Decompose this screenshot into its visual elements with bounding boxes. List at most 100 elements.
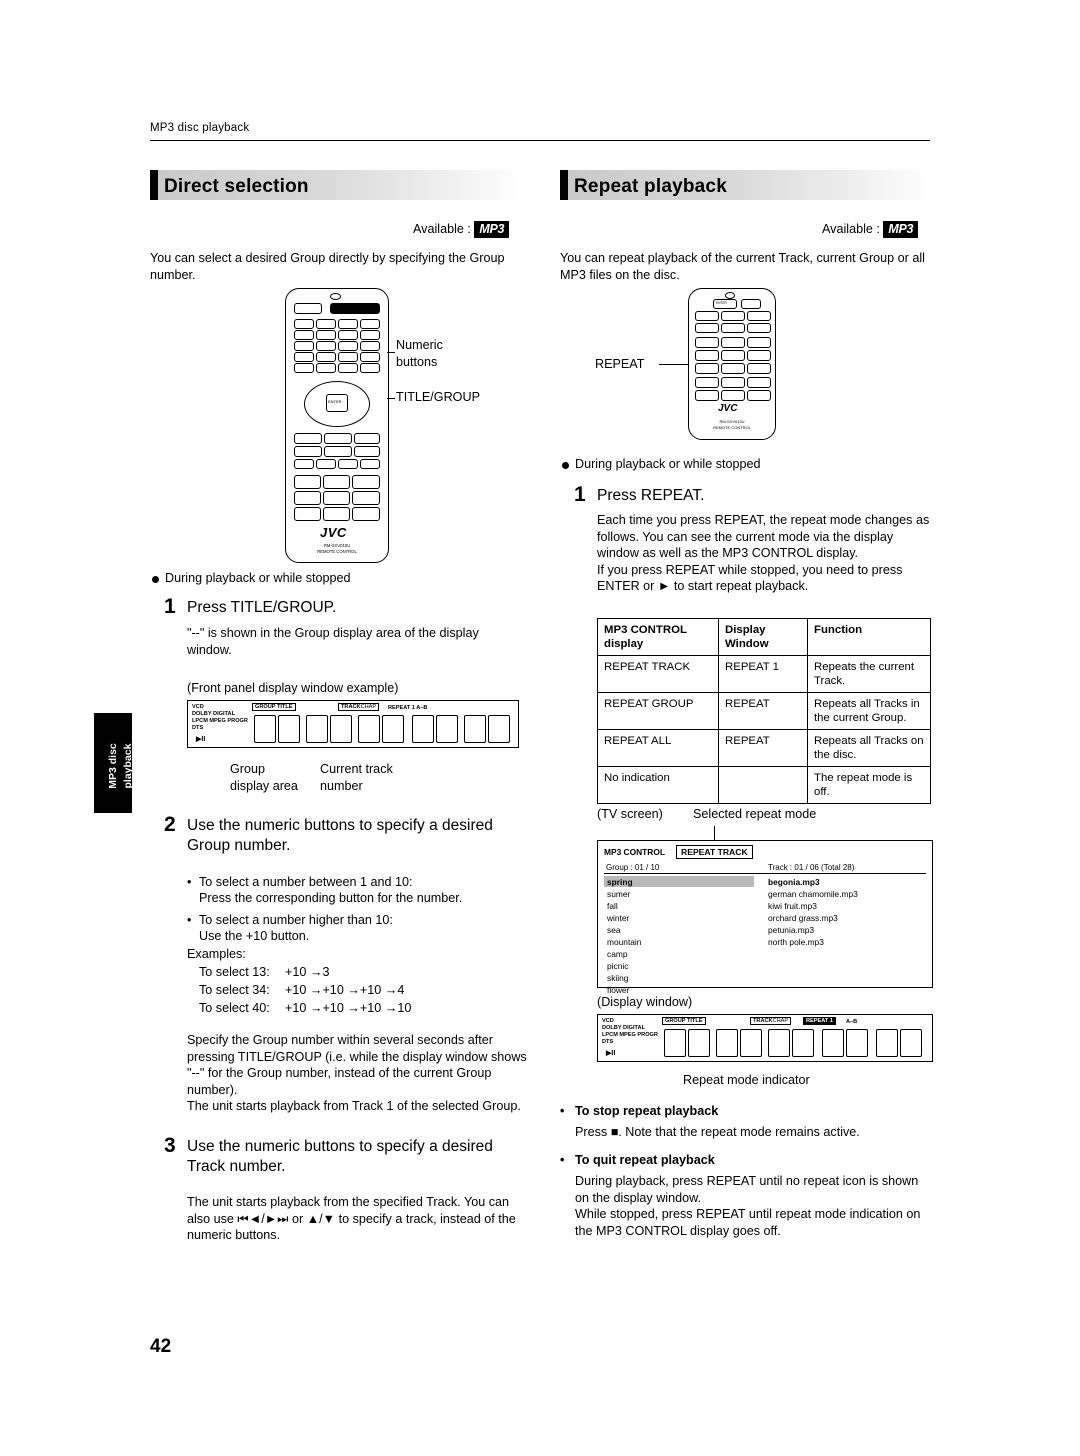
remote2-repeat-button [695, 337, 719, 348]
remote2-button-l [695, 363, 719, 374]
section-bar-marker-right [560, 170, 568, 200]
remote2-button-n [747, 363, 771, 374]
remote-lower-button-2 [323, 475, 350, 489]
fpd-track-chap-left: TRACKCHAP [338, 703, 380, 711]
fpd-digit-7-right [822, 1029, 844, 1057]
tv-divider [604, 873, 926, 874]
table-header-display-window: Display Window [718, 618, 808, 656]
display-window-caption: (Display window) [597, 995, 693, 1009]
fpd-digit-9-left [464, 715, 486, 743]
remote-lower-button-5 [323, 491, 350, 505]
remote-lower-button-8 [323, 507, 350, 521]
section-title-repeat-playback: Repeat playback [560, 170, 930, 200]
remote2-button-o [695, 377, 719, 388]
fpd-digit-10-left [488, 715, 510, 743]
remote2-model-label: RM-SXV010U [719, 419, 745, 424]
remote-button-1 [294, 319, 314, 329]
left-step1-text: Press TITLE/GROUP. [187, 599, 337, 616]
tv-left-item: sumer [607, 889, 631, 899]
remote-next-button [354, 433, 380, 444]
remote2-button-q [747, 377, 771, 388]
left-step2-bullet1-text: To select a number between 1 and 10: [199, 875, 413, 889]
left-bullet-during: During playback or while stopped [165, 571, 351, 585]
table-cell-function: Repeats all Tracks in the current Group. [807, 692, 931, 730]
left-front-panel-caption: (Front panel display window example) [187, 681, 399, 695]
callout-title-group: TITLE/GROUP [396, 390, 480, 404]
table-cell-function: The repeat mode is off. [807, 766, 931, 804]
stop-body: Press ■. Note that the repeat mode remai… [575, 1125, 860, 1139]
remote-button-clear [360, 341, 380, 351]
remote-standby-button [294, 303, 322, 314]
table-cell-window: REPEAT [718, 729, 808, 767]
table-cell-window: REPEAT 1 [718, 655, 808, 693]
right-bullet-during: During playback or while stopped [575, 457, 761, 471]
left-step1-number: 1 [164, 595, 176, 618]
tv-group-info: Group : 01 / 10 [606, 863, 660, 872]
fpd-digit-4-left [330, 715, 352, 743]
tv-track-info: Track : 01 / 06 (Total 28) [768, 863, 855, 872]
tv-left-item: camp [607, 949, 628, 959]
left-step2-bullet2: • [187, 913, 192, 927]
remote2-button-a [695, 311, 719, 321]
table-row: No indication The repeat mode is off. [597, 766, 931, 804]
left-step2-number: 2 [164, 813, 176, 836]
callout-repeat-label: REPEAT [595, 357, 645, 371]
remote2-button-j [721, 350, 745, 361]
remote-button-8 [360, 330, 380, 340]
remote2-button-i [695, 350, 719, 361]
fpd-dolby-label-right: DOLBY DIGITAL [602, 1025, 645, 1031]
remote2-button-r [695, 390, 719, 401]
remote-repeat-button [316, 459, 336, 469]
remote2-button-h [747, 337, 771, 348]
remote-lower-button-3 [352, 475, 380, 489]
remote-button-3 [338, 319, 358, 329]
tv-screen-caption: (TV screen) [597, 807, 663, 821]
available-left: Available : MP3 [413, 221, 510, 238]
fpd-ab-label-right: A–B [846, 1019, 858, 1025]
remote-button-audio [294, 363, 314, 373]
tv-left-item: winter [607, 913, 630, 923]
tv-left-item: mountain [607, 937, 642, 947]
fpd-lpcm-label-left: LPCM MPEG PROGR [192, 718, 248, 724]
bullet-dot-left [152, 576, 159, 583]
table-cell-function: Repeats all Tracks on the disc. [807, 729, 931, 767]
remote-button-7 [338, 330, 358, 340]
stop-heading: To stop repeat playback [575, 1104, 719, 1118]
remote2-brand-logo: JVC [718, 403, 738, 414]
fpd-digit-3-left [306, 715, 328, 743]
quit-bullet: • [560, 1153, 565, 1167]
remote-button-title-group [294, 352, 314, 362]
remote-button-10 [316, 341, 336, 351]
tv-screen-mock: MP3 CONTROL REPEAT TRACK Group : 01 / 10… [597, 840, 933, 995]
remote2-button-f [747, 323, 771, 333]
left-examples-label: Examples: [187, 947, 246, 961]
fpd-lpcm-label-right: LPCM MPEG PROGR [602, 1032, 658, 1038]
table-header-mp3-control: MP3 CONTROL display [597, 618, 719, 656]
remote2-button-e [721, 323, 745, 333]
quit-heading: To quit repeat playback [575, 1153, 715, 1167]
remote2-button-p [721, 377, 745, 388]
mp3-badge-right: MP3 [883, 221, 919, 238]
section-title-text: Direct selection [164, 176, 309, 197]
tv-right-item: begonia.mp3 [768, 877, 820, 887]
remote-button-5 [294, 330, 314, 340]
tv-left-item: skiing [607, 973, 629, 983]
remote2-enter-label: ENTER [716, 301, 727, 305]
table-row: REPEAT ALL REPEAT Repeats all Tracks on … [597, 729, 931, 767]
available-label-left: Available : [413, 221, 471, 236]
fpd-repeat-indicator-right: REPEAT 1 [803, 1017, 836, 1025]
fpd-dts-label-left: DTS [192, 725, 204, 731]
fpd-digit-8-right [846, 1029, 868, 1057]
remote-fwd-button [354, 446, 380, 457]
fpd-dts-label-right: DTS [602, 1039, 614, 1045]
remote-button-vfp [360, 363, 380, 373]
fpd-digit-2-left [278, 715, 300, 743]
remote-button-angle [316, 363, 336, 373]
fpd-digit-3-right [716, 1029, 738, 1057]
left-step1-body: "--" is shown in the Group display area … [187, 626, 479, 657]
front-panel-display-left: VCD DOLBY DIGITAL LPCM MPEG PROGR DTS ▶I… [187, 700, 519, 748]
tv-right-item: north pole.mp3 [768, 937, 824, 947]
left-example-3-value: +10 →+10 →+10 →10 [285, 1001, 412, 1015]
tv-right-item: kiwi fruit.mp3 [768, 901, 817, 911]
remote-button-subtitle [360, 352, 380, 362]
